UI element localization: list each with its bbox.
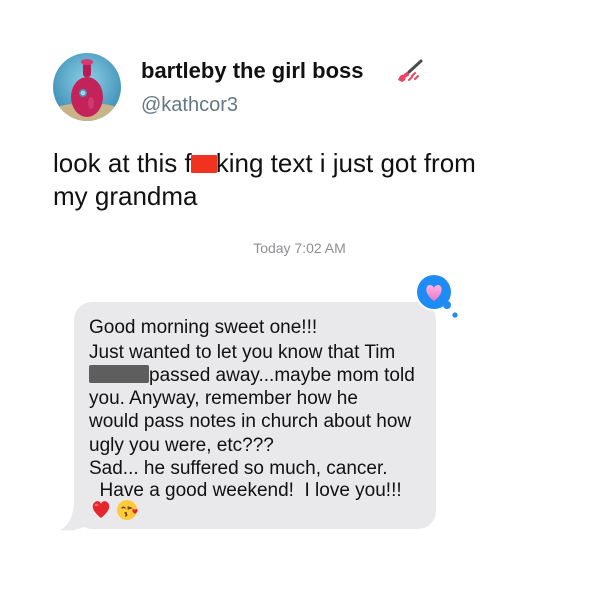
heart-tapback-icon[interactable]	[412, 270, 460, 318]
red-heart-icon	[92, 501, 110, 518]
display-name[interactable]: bartleby the girl boss	[141, 58, 364, 84]
tweet-text: look at this f king text i just got from …	[53, 147, 573, 213]
message-line: ugly you were, etc???	[89, 435, 274, 456]
avatar[interactable]	[53, 53, 121, 121]
message-line: Just wanted to let you know that Tim	[89, 342, 396, 363]
message-line: would pass notes in church about how	[89, 411, 412, 432]
face-blowing-kiss-icon	[117, 500, 138, 520]
message-line: you. Anyway, remember how he	[89, 388, 358, 409]
red-censor-bar	[190, 155, 217, 173]
tweet-text-part2: king text i just got from	[215, 148, 476, 178]
message-emoji-row	[90, 498, 140, 522]
message-line-with-redaction: passed away...maybe mom told	[89, 364, 415, 388]
gray-redaction-bar	[89, 365, 149, 383]
message-line: Sad... he suffered so much, cancer.	[89, 458, 388, 479]
user-handle[interactable]: @kathcor3	[141, 94, 238, 117]
tweet-text-line2: my grandma	[53, 181, 198, 211]
message-timestamp: Today 7:02 AM	[253, 240, 346, 256]
nail-polish-icon	[398, 59, 423, 82]
message-line: Good morning sweet one!!!	[89, 317, 318, 338]
pink-submarine-avatar-icon	[53, 53, 121, 121]
message-line-text: passed away...maybe mom told	[149, 365, 415, 386]
tweet-text-part1: look at this f	[53, 148, 192, 178]
tweet-screenshot: bartleby the girl boss @kathcor3 look at…	[0, 0, 599, 593]
